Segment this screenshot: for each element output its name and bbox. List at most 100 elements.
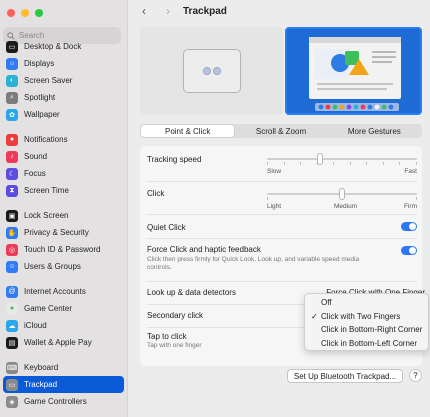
sidebar-item-label: Wallpaper	[24, 110, 60, 119]
menu-item-two-fingers[interactable]: ✓ Click with Two Fingers	[305, 310, 428, 324]
sidebar-item-notifications[interactable]: ● Notifications	[3, 131, 124, 148]
light-label: Light	[267, 203, 282, 210]
quiet-click-toggle[interactable]	[401, 222, 417, 231]
tracking-speed-row: Tracking speed Slow Fast	[147, 146, 417, 182]
cloud-icon: ☁	[6, 319, 18, 332]
minimize-window-button[interactable]	[21, 9, 29, 17]
tab-bar: Point & Click Scroll & Zoom More Gesture…	[140, 124, 422, 138]
sidebar-item-displays[interactable]: ☼ Displays	[3, 55, 124, 72]
game-center-icon: ●	[6, 302, 18, 315]
sidebar: Search ▭ Desktop & Dock ☼ Displays ◐ Screen S…	[0, 0, 128, 417]
sidebar-item-label: Users & Groups	[24, 262, 81, 271]
sidebar-item-label: Sound	[24, 152, 48, 161]
secondary-click-label: Secondary click	[147, 311, 204, 320]
finger-dot	[202, 67, 211, 75]
sidebar-item-game-controllers[interactable]: ◈ Game Controllers	[3, 393, 124, 410]
menu-item-bottom-left[interactable]: Click in Bottom-Left Corner	[305, 337, 428, 351]
secondary-click-menu: Off ✓ Click with Two Fingers Click in Bot…	[304, 293, 429, 351]
hourglass-icon: ⧗	[6, 184, 18, 197]
sidebar-item-label: Privacy & Security	[24, 228, 89, 237]
sidebar-item-label: Focus	[24, 169, 46, 178]
speaker-icon: ♪	[6, 150, 18, 163]
wallet-icon: ▤	[6, 336, 18, 349]
zoom-window-button[interactable]	[35, 9, 43, 17]
sidebar-item-game-center[interactable]: ● Game Center	[3, 300, 124, 317]
back-button[interactable]: ‹	[137, 4, 151, 18]
slow-label: Slow	[267, 168, 282, 175]
sidebar-item-touch-id-password[interactable]: ◎ Touch ID & Password	[3, 241, 124, 258]
sidebar-item-screen-saver[interactable]: ◐ Screen Saver	[3, 72, 124, 89]
keyboard-icon: ⌨	[6, 361, 18, 374]
sidebar-item-label: Internet Accounts	[24, 287, 86, 296]
sidebar-list: ▭ Desktop & Dock ☼ Displays ◐ Screen Saver ⌕ Sp…	[3, 38, 124, 410]
tab-scroll-and-zoom[interactable]: Scroll & Zoom	[234, 125, 327, 137]
moon-icon: ☾	[6, 167, 18, 180]
sidebar-item-label: Trackpad	[24, 380, 58, 389]
sidebar-item-focus[interactable]: ☾ Focus	[3, 165, 124, 182]
sidebar-item-label: iCloud	[24, 321, 47, 330]
main-pane: ‹ › Trackpad Point & Click Scroll & Zoom…	[129, 0, 430, 417]
tracking-speed-knob[interactable]	[316, 153, 323, 165]
sidebar-item-screen-time[interactable]: ⧗ Screen Time	[3, 182, 124, 199]
checkmark-icon: ✓	[311, 311, 318, 321]
magnifier-icon: ⌕	[6, 91, 18, 104]
tap-to-click-label: Tap to click	[147, 332, 187, 341]
sidebar-item-label: Keyboard	[24, 363, 59, 372]
sidebar-item-label: Game Controllers	[24, 397, 87, 406]
sidebar-item-label: Displays	[24, 59, 55, 68]
at-icon: @	[6, 285, 18, 298]
menu-item-off[interactable]: Off	[305, 296, 428, 310]
close-window-button[interactable]	[7, 9, 15, 17]
force-click-label: Force Click and haptic feedback	[147, 245, 261, 254]
flower-icon: ✿	[6, 108, 18, 121]
sidebar-item-icloud[interactable]: ☁ iCloud	[3, 317, 124, 334]
sidebar-item-trackpad[interactable]: ▭ Trackpad	[3, 376, 124, 393]
menu-item-bottom-right[interactable]: Click in Bottom-Right Corner	[305, 323, 428, 337]
sidebar-item-users-groups[interactable]: ☺ Users & Groups	[3, 258, 124, 275]
trackpad-icon: ▭	[6, 378, 18, 391]
tap-to-click-sublabel: Tap with one finger	[147, 342, 202, 349]
sidebar-item-lock-screen[interactable]: ▣ Lock Screen	[3, 207, 124, 224]
sidebar-item-privacy-security[interactable]: ✋ Privacy & Security	[3, 224, 124, 241]
lookup-label: Look up & data detectors	[147, 288, 236, 297]
sidebar-item-keyboard[interactable]: ⌨ Keyboard	[3, 359, 124, 376]
medium-label: Medium	[334, 203, 358, 210]
tab-point-and-click[interactable]: Point & Click	[141, 125, 235, 137]
tracking-speed-slider[interactable]	[267, 158, 417, 160]
trackpad-preview	[140, 27, 283, 115]
click-label: Click	[147, 189, 165, 198]
quiet-click-row: Quiet Click	[147, 215, 417, 239]
sidebar-item-wallet-apple-pay[interactable]: ▤ Wallet & Apple Pay	[3, 334, 124, 351]
force-click-toggle[interactable]	[401, 246, 417, 255]
bluetooth-trackpad-button[interactable]: Set Up Bluetooth Trackpad...	[287, 369, 403, 383]
sidebar-item-label: Lock Screen	[24, 211, 69, 220]
sidebar-item-internet-accounts[interactable]: @ Internet Accounts	[3, 283, 124, 300]
dock-icon: ▭	[6, 40, 18, 53]
sidebar-item-wallpaper[interactable]: ✿ Wallpaper	[3, 106, 124, 123]
sidebar-item-label: Screen Time	[24, 186, 69, 195]
bell-icon: ●	[6, 133, 18, 146]
firm-label: Firm	[404, 203, 417, 210]
click-row: Click Light Medium Firm	[147, 182, 417, 215]
tracking-speed-label: Tracking speed	[147, 155, 202, 164]
tab-more-gestures[interactable]: More Gestures	[328, 125, 421, 137]
page-title: Trackpad	[183, 5, 227, 17]
sidebar-item-sound[interactable]: ♪ Sound	[3, 148, 124, 165]
titlebar: ‹ › Trackpad	[129, 0, 430, 22]
force-click-row: Force Click and haptic feedback Click th…	[147, 239, 417, 282]
click-knob[interactable]	[339, 188, 345, 200]
sidebar-item-desktop-dock[interactable]: ▭ Desktop & Dock	[3, 38, 124, 55]
finger-dot	[212, 67, 221, 75]
display-icon: ☼	[6, 57, 18, 70]
sidebar-item-spotlight[interactable]: ⌕ Spotlight	[3, 89, 124, 106]
lock-screen-icon: ▣	[6, 209, 18, 222]
sidebar-item-label: Notifications	[24, 135, 68, 144]
gamepad-icon: ◈	[6, 395, 18, 408]
sidebar-item-label: Game Center	[24, 304, 73, 313]
help-button[interactable]: ?	[409, 369, 422, 382]
screensaver-icon: ◐	[6, 74, 18, 87]
sidebar-item-label: Screen Saver	[24, 76, 73, 85]
sidebar-item-label: Spotlight	[24, 93, 56, 102]
forward-button[interactable]: ›	[161, 4, 175, 18]
fingerprint-icon: ◎	[6, 243, 18, 256]
